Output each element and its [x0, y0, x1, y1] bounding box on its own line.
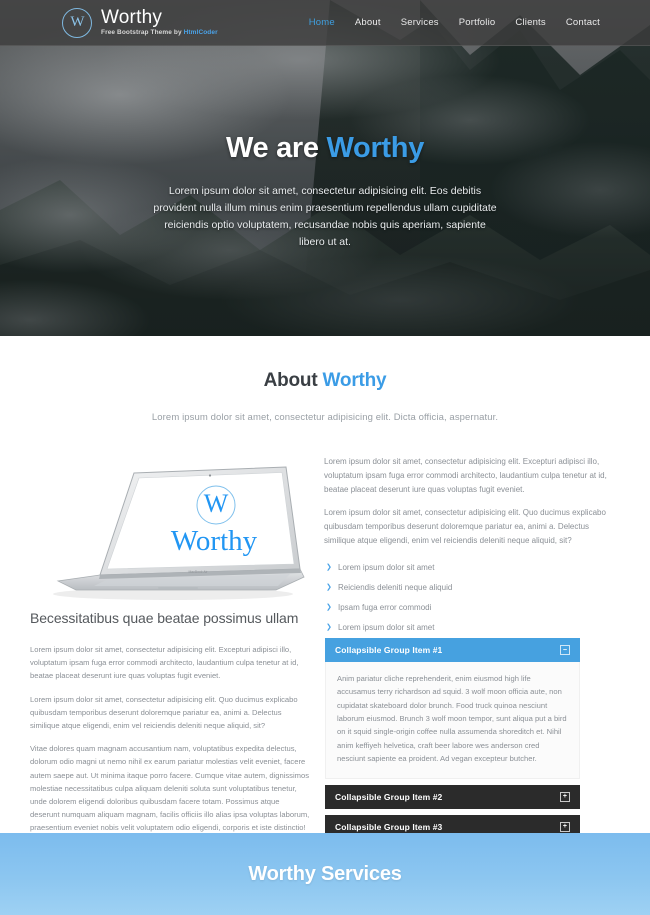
- plus-icon[interactable]: +: [560, 791, 570, 802]
- main-navigation: Home About Services Portfolio Clients Co…: [299, 13, 610, 32]
- brand-tagline-link[interactable]: HtmlCoder: [184, 29, 218, 37]
- chevron-right-icon: ❯: [326, 563, 332, 571]
- nav-item-contact[interactable]: Contact: [556, 13, 610, 32]
- list-item[interactable]: ❯ Reiciendis deleniti neque aliquid: [324, 578, 610, 598]
- accordion: Collapsible Group Item #1 − Anim pariatu…: [325, 638, 580, 839]
- hero-title-highlight: Worthy: [326, 132, 425, 164]
- minus-icon[interactable]: −: [560, 645, 570, 655]
- brand-text: Worthy Free Bootstrap Theme by HtmlCoder: [101, 8, 218, 37]
- chevron-right-icon: ❯: [326, 583, 332, 591]
- site-header: W Worthy Free Bootstrap Theme by HtmlCod…: [0, 0, 650, 46]
- accordion-header-1[interactable]: Collapsible Group Item #1 −: [325, 638, 580, 662]
- logo-circle-w-icon: W: [62, 7, 92, 38]
- about-paragraph: Lorem ipsum dolor sit amet, consectetur …: [324, 457, 607, 494]
- about-title-highlight: Worthy: [322, 370, 387, 391]
- lower-paragraph: Lorem ipsum dolor sit amet, consectetur …: [30, 694, 298, 731]
- hero-title: We are Worthy: [0, 132, 650, 165]
- accordion-title-3: Collapsible Group Item #3: [335, 821, 443, 832]
- page-root: We are Worthy Lorem ipsum dolor sit amet…: [0, 0, 650, 915]
- plus-icon[interactable]: +: [560, 821, 570, 832]
- nav-item-clients[interactable]: Clients: [505, 13, 555, 32]
- brand-logo[interactable]: W Worthy Free Bootstrap Theme by HtmlCod…: [62, 7, 218, 38]
- nav-item-portfolio[interactable]: Portfolio: [449, 13, 506, 32]
- svg-text:W: W: [204, 489, 229, 518]
- accordion-panel-2: Collapsible Group Item #2 +: [325, 784, 580, 809]
- list-item-label: Reiciendis deleniti neque aliquid: [338, 583, 453, 592]
- lower-content-section: Becessitatibus quae beatae possimus ulla…: [0, 610, 650, 858]
- lower-heading: Becessitatibus quae beatae possimus ulla…: [30, 610, 299, 626]
- svg-text:MacBook Air: MacBook Air: [188, 570, 208, 574]
- svg-text:Worthy: Worthy: [171, 525, 258, 557]
- services-section: Worthy Services: [0, 833, 650, 915]
- accordion-panel-1: Collapsible Group Item #1 − Anim pariatu…: [325, 638, 580, 779]
- nav-item-about[interactable]: About: [345, 13, 391, 32]
- list-item[interactable]: ❯ Lorem ipsum dolor sit amet: [324, 558, 610, 578]
- about-image-column: W Worthy MacBook Air: [30, 453, 320, 607]
- list-item-label: Lorem ipsum dolor sit amet: [338, 563, 435, 572]
- lower-paragraph: Vitae dolores quam magnam accusantium na…: [30, 744, 310, 845]
- brand-tagline: Free Bootstrap Theme by HtmlCoder: [101, 30, 218, 37]
- about-lead: Lorem ipsum dolor sit amet, consectetur …: [151, 412, 499, 423]
- about-header: About Worthy Lorem ipsum dolor sit amet,…: [0, 336, 650, 423]
- nav-item-home[interactable]: Home: [299, 13, 345, 32]
- brand-name: Worthy: [101, 7, 163, 29]
- accordion-title-2: Collapsible Group Item #2: [335, 791, 443, 802]
- lower-text-column: Becessitatibus quae beatae possimus ulla…: [30, 610, 325, 858]
- macbook-illustration: W Worthy MacBook Air: [38, 457, 306, 607]
- accordion-body-1: Anim pariatur cliche reprehenderit, enim…: [325, 662, 580, 779]
- hero-section: We are Worthy Lorem ipsum dolor sit amet…: [0, 0, 650, 336]
- lower-paragraph: Lorem ipsum dolor sit amet, consectetur …: [30, 645, 299, 681]
- nav-item-services[interactable]: Services: [391, 13, 449, 32]
- hero-subtitle: Lorem ipsum dolor sit amet, consectetur …: [153, 185, 497, 248]
- accordion-title-1: Collapsible Group Item #1: [335, 645, 443, 655]
- about-title-plain: About: [263, 370, 323, 391]
- brand-tagline-prefix: Free Bootstrap Theme by: [101, 29, 184, 37]
- accordion-header-2[interactable]: Collapsible Group Item #2 +: [325, 784, 580, 809]
- hero-title-plain: We are: [225, 132, 327, 164]
- about-paragraph: Lorem ipsum dolor sit amet, consectetur …: [324, 508, 606, 545]
- hero-content: We are Worthy Lorem ipsum dolor sit amet…: [0, 132, 650, 251]
- accordion-column: Collapsible Group Item #1 − Anim pariatu…: [325, 610, 590, 858]
- about-title: About Worthy: [0, 370, 650, 392]
- services-title: Worthy Services: [248, 862, 402, 885]
